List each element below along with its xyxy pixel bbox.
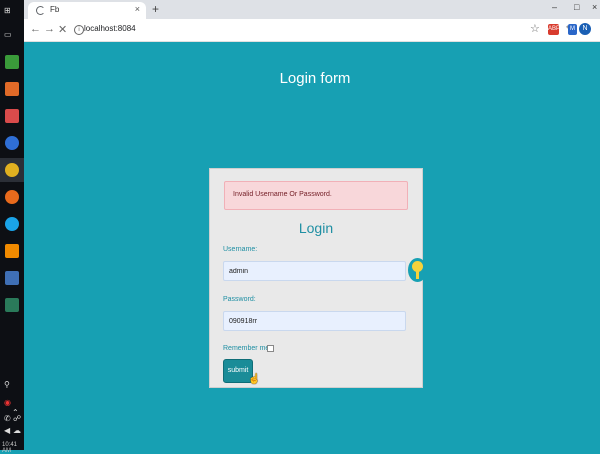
task-view-icon[interactable]: ▭ [4,30,12,40]
username-input[interactable] [223,261,406,281]
browser-tab-strip: Fb × + – □ × [24,0,600,19]
tray-phone-icon[interactable]: ✆ [4,414,11,424]
forward-button[interactable]: → [44,23,55,35]
remember-me-checkbox[interactable] [267,345,274,352]
skype-icon[interactable] [5,217,19,231]
error-alert-text: Invalid Username Or Password. [233,191,332,198]
username-label: Username: [223,246,258,253]
tray-network-icon[interactable]: ☍ [13,414,21,424]
hand-cursor-icon: ☝ [248,374,261,385]
page-title: Login form [279,70,351,87]
vlc-icon[interactable] [5,244,19,258]
tray-record-icon[interactable]: ◉ [4,398,11,408]
extension-icon[interactable]: M [568,24,577,35]
close-window-button[interactable]: × [592,2,597,12]
pdf-app-icon[interactable] [5,82,19,96]
generic-app-icon[interactable] [5,271,19,285]
windows-taskbar: ⊞ ▭ ⚲ ◉ ⌃ ✆ ☍ ◀ ☁ 10:41 AM [0,0,24,454]
site-info-icon[interactable]: i [74,25,84,35]
bookmark-star-icon[interactable]: ☆ [530,22,540,35]
password-input[interactable] [223,311,406,331]
login-card: Invalid Username Or Password. Login User… [209,168,427,388]
tray-person-icon[interactable]: ⚲ [4,380,10,390]
key-stem [416,270,419,279]
windows-start-icon[interactable]: ⊞ [4,6,11,16]
profile-avatar[interactable]: N [579,23,591,35]
firefox-icon[interactable] [5,190,19,204]
remember-me-label: Remember me [223,345,270,352]
password-manager-key-icon[interactable] [408,258,427,282]
password-label: Password: [223,296,256,303]
file-explorer-icon[interactable] [5,55,19,69]
login-heading: Login [298,220,334,236]
tab-title: Fb [50,5,60,14]
stop-loading-button[interactable]: ✕ [58,23,67,36]
browser-tab[interactable]: Fb × [28,2,146,19]
error-alert: Invalid Username Or Password. [224,181,408,210]
loading-spinner-icon [36,6,45,15]
database-app-icon[interactable] [5,109,19,123]
browser-toolbar: ← → ✕ i localhost:8084 ☆ ABP ✎ M N ⋮ [24,19,600,42]
tray-cloud-icon[interactable]: ☁ [13,426,21,436]
media-app-icon[interactable] [5,298,19,312]
adblock-extension-icon[interactable]: ABP [548,24,560,35]
new-tab-button[interactable]: + [152,2,159,16]
tab-close-icon[interactable]: × [135,4,140,14]
maximize-button[interactable]: □ [574,2,579,12]
address-bar[interactable]: localhost:8084 [84,24,136,33]
chrome-icon[interactable] [5,163,19,177]
back-button[interactable]: ← [30,23,41,35]
tray-volume-icon[interactable]: ◀ [4,426,10,436]
taskbar-clock[interactable]: 10:41 AM [2,442,24,454]
minimize-button[interactable]: – [552,2,557,12]
location-app-icon[interactable] [5,136,19,150]
